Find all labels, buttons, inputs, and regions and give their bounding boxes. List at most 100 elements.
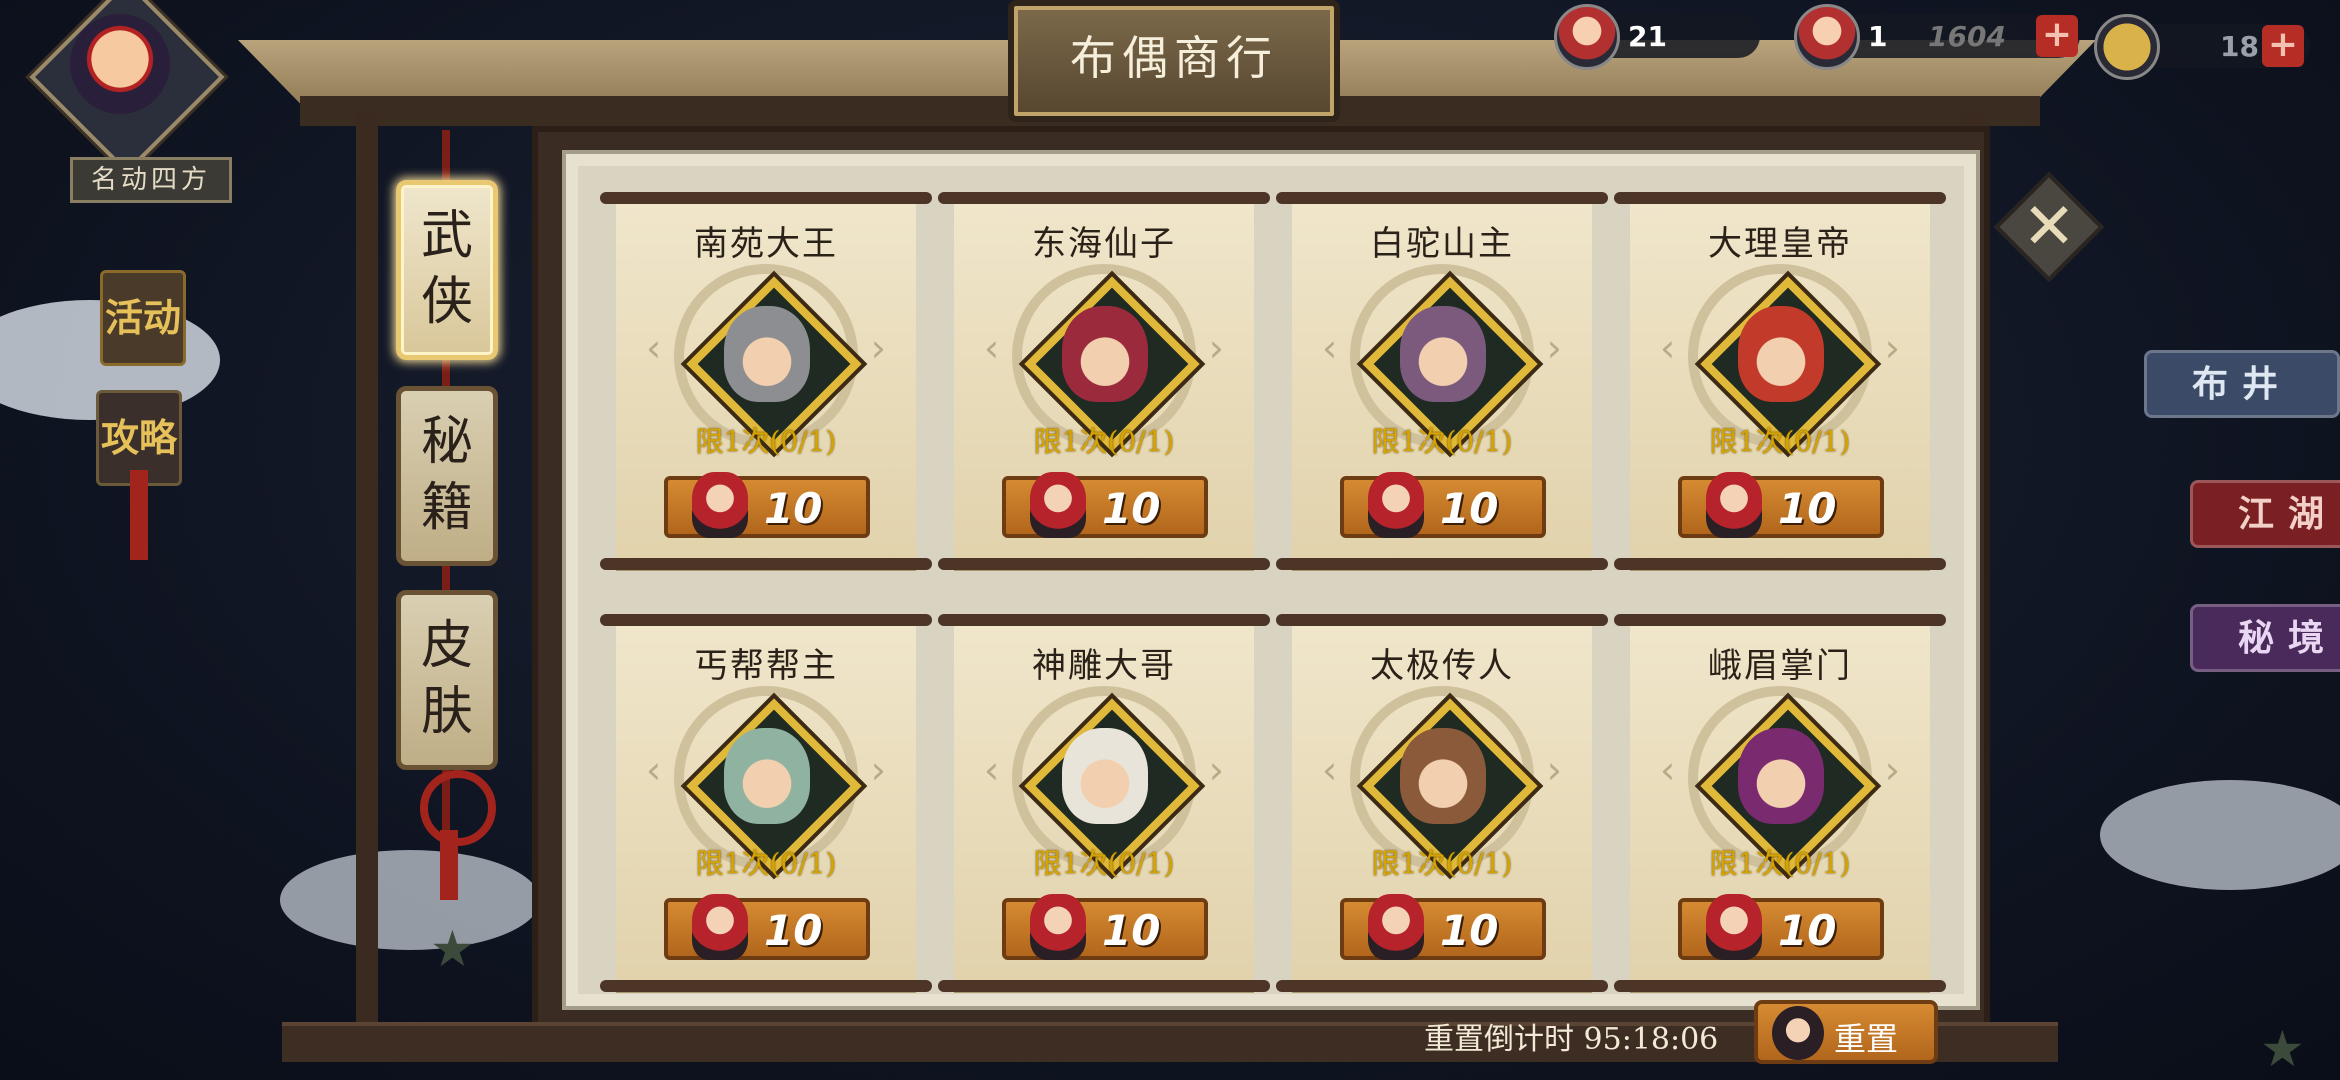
reset-coin-icon	[1772, 1006, 1824, 1060]
ticket-currency: 1 1604 +	[1794, 4, 2080, 70]
scroll-rod	[1276, 558, 1608, 570]
price-label: 10	[1102, 906, 1161, 955]
character-portrait[interactable]	[1400, 306, 1486, 402]
scroll-rod	[938, 558, 1270, 570]
scroll-rod	[600, 980, 932, 992]
character-card[interactable]: 神雕大哥 ‹ › 限1次(0/1) 10	[938, 614, 1270, 992]
tab-label: 武	[420, 206, 473, 266]
scroll-rod	[1614, 558, 1946, 570]
price-label: 10	[1778, 484, 1837, 533]
right-menu-item[interactable]: 布井	[2144, 350, 2340, 418]
right-menu-item[interactable]: 江湖	[2190, 480, 2340, 548]
chevron-left-icon: ‹	[1660, 326, 1676, 370]
purchase-limit: 限1次(0/1)	[695, 425, 837, 458]
gold-ingot-icon	[2094, 14, 2160, 80]
ticket-icon	[1794, 4, 1860, 70]
scroll-rod	[938, 192, 1270, 204]
bg-star-icon: ★	[2260, 1020, 2305, 1078]
puppet-coin-icon	[1030, 472, 1086, 538]
scroll-rod	[600, 192, 932, 204]
close-icon[interactable]: ✕	[2010, 188, 2088, 266]
add-ticket-button[interactable]: +	[2036, 15, 2078, 57]
reset-countdown: 重置倒计时 95:18:06	[1424, 1022, 1719, 1057]
puppet-coin-icon	[1554, 4, 1620, 70]
buy-button[interactable]: 10	[1340, 894, 1546, 960]
character-portrait[interactable]	[1738, 306, 1824, 402]
scroll-rod	[938, 980, 1270, 992]
reset-button-label: 重置	[1834, 1020, 1899, 1058]
puppet-count: 21	[1628, 20, 1667, 53]
tab-label: 皮	[420, 616, 473, 676]
character-name: 太极传人	[1370, 646, 1514, 686]
puppet-currency: 21	[1554, 4, 1760, 70]
scroll-rod	[1276, 614, 1608, 626]
tab-label: 侠	[420, 272, 473, 332]
buy-button[interactable]: 10	[664, 472, 870, 538]
tab-secret-books[interactable]: 秘 籍	[396, 386, 498, 566]
right-menu-item[interactable]: 秘境	[2190, 604, 2340, 672]
character-portrait[interactable]	[1062, 306, 1148, 402]
buy-button[interactable]: 10	[1340, 472, 1546, 538]
chevron-left-icon: ‹	[646, 326, 662, 370]
character-card[interactable]: 白驼山主 ‹ › 限1次(0/1) 10	[1276, 192, 1608, 570]
tab-wuxia[interactable]: 武 侠	[396, 180, 498, 360]
scroll-rod	[938, 614, 1270, 626]
price-label: 10	[1102, 484, 1161, 533]
character-card[interactable]: 东海仙子 ‹ › 限1次(0/1) 10	[938, 192, 1270, 570]
character-card[interactable]: 南苑大王 ‹ › 限1次(0/1) 10	[600, 192, 932, 570]
scroll-rod	[1614, 614, 1946, 626]
character-portrait[interactable]	[1738, 728, 1824, 824]
price-label: 10	[764, 906, 823, 955]
chevron-right-icon: ›	[1884, 748, 1900, 792]
chevron-right-icon: ›	[1208, 748, 1224, 792]
tab-label: 籍	[420, 478, 473, 538]
character-portrait[interactable]	[724, 306, 810, 402]
buy-button[interactable]: 10	[1678, 472, 1884, 538]
character-portrait[interactable]	[1062, 728, 1148, 824]
bg-cloud-bottom-left	[280, 850, 540, 950]
character-card[interactable]: 峨眉掌门 ‹ › 限1次(0/1) 10	[1614, 614, 1946, 992]
character-name: 白驼山主	[1370, 224, 1514, 264]
character-name: 峨眉掌门	[1708, 646, 1852, 686]
tab-skins[interactable]: 皮 肤	[396, 590, 498, 770]
puppet-coin-icon	[1706, 894, 1762, 960]
puppet-coin-icon	[1030, 894, 1086, 960]
character-portrait[interactable]	[1400, 728, 1486, 824]
ticket-count: 1	[1868, 20, 1888, 53]
tassel-icon	[440, 830, 458, 900]
character-card[interactable]: 丐帮帮主 ‹ › 限1次(0/1) 10	[600, 614, 932, 992]
purchase-limit: 限1次(0/1)	[695, 847, 837, 880]
reset-button[interactable]: 重置	[1754, 1000, 1938, 1064]
scroll-rod	[1276, 980, 1608, 992]
character-card[interactable]: 大理皇帝 ‹ › 限1次(0/1) 10	[1614, 192, 1946, 570]
purchase-limit: 限1次(0/1)	[1033, 847, 1175, 880]
tab-label: 秘	[420, 412, 473, 472]
character-name: 丐帮帮主	[694, 646, 838, 686]
chevron-right-icon: ›	[870, 748, 886, 792]
scroll-rod	[600, 614, 932, 626]
gold-currency: 18 +	[2094, 14, 2310, 80]
purchase-limit: 限1次(0/1)	[1709, 425, 1851, 458]
buy-button[interactable]: 10	[1002, 472, 1208, 538]
activity-banner[interactable]: 活动	[100, 270, 186, 366]
buy-button[interactable]: 10	[1678, 894, 1884, 960]
puppet-coin-icon	[1368, 472, 1424, 538]
purchase-limit: 限1次(0/1)	[1709, 847, 1851, 880]
character-name: 神雕大哥	[1032, 646, 1176, 686]
avatar[interactable]	[70, 14, 170, 114]
chevron-left-icon: ‹	[984, 326, 1000, 370]
character-portrait[interactable]	[724, 728, 810, 824]
add-gold-button[interactable]: +	[2262, 25, 2304, 67]
bg-star-icon: ★	[430, 920, 475, 978]
tab-label: 肤	[420, 682, 473, 742]
buy-button[interactable]: 10	[664, 894, 870, 960]
character-name: 大理皇帝	[1708, 224, 1852, 264]
chevron-right-icon: ›	[1884, 326, 1900, 370]
price-label: 10	[1440, 484, 1499, 533]
character-card[interactable]: 太极传人 ‹ › 限1次(0/1) 10	[1276, 614, 1608, 992]
chevron-left-icon: ‹	[646, 748, 662, 792]
buy-button[interactable]: 10	[1002, 894, 1208, 960]
puppet-coin-icon	[692, 894, 748, 960]
chevron-left-icon: ‹	[1660, 748, 1676, 792]
tassel-icon	[130, 470, 148, 560]
